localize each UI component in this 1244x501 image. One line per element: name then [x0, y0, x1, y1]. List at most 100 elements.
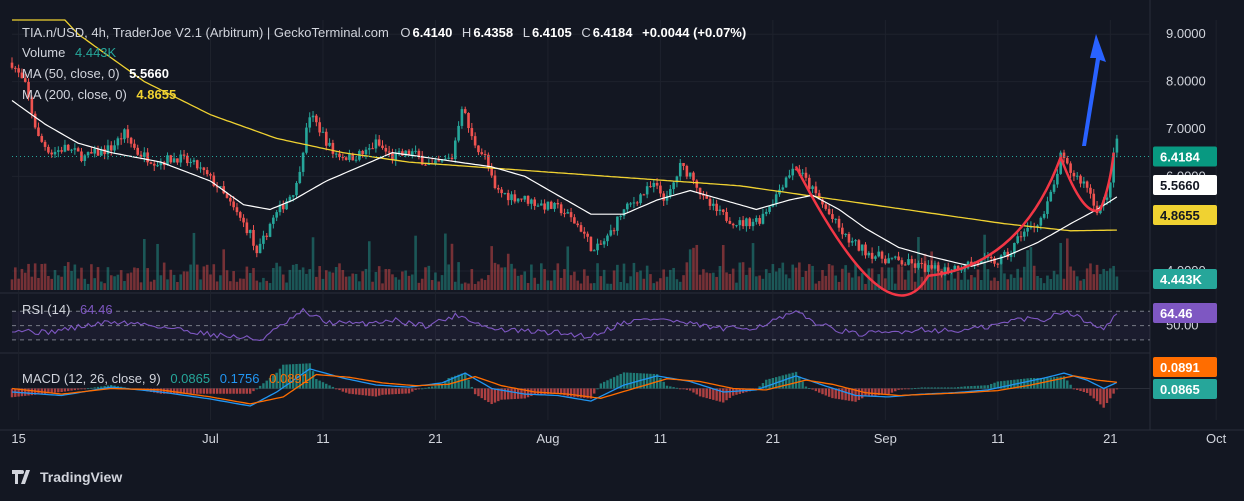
candle-body — [387, 151, 391, 153]
macd-histogram-bar — [599, 383, 603, 389]
legend-macd[interactable]: MACD (12, 26, close, 9) 0.0865 0.1756 0.… — [22, 371, 311, 386]
volume-bar — [338, 263, 341, 290]
volume-bar — [798, 262, 801, 290]
legend-ma200[interactable]: MA (200, close, 0) 4.8655 — [22, 87, 178, 102]
volume-bar — [30, 276, 34, 290]
candle-body — [305, 127, 308, 153]
macd-histogram-bar — [920, 387, 923, 389]
candle-body — [76, 148, 80, 152]
price-tick-label: 8.0000 — [1166, 74, 1206, 89]
macd-histogram-bar — [341, 388, 345, 392]
legend-ma50[interactable]: MA (50, close, 0) 5.5660 — [22, 66, 171, 81]
candle-body — [272, 217, 275, 224]
macd-histogram-bar — [708, 388, 712, 399]
volume-bar — [57, 275, 60, 290]
volume-bar — [731, 268, 735, 290]
macd-histogram-bar — [1003, 380, 1006, 389]
legend-rsi[interactable]: RSI (14) 64.46 — [22, 302, 115, 317]
time-tick-label: Oct — [1206, 431, 1227, 446]
candle-body — [533, 199, 536, 206]
candle-body — [579, 225, 583, 232]
candle-body — [569, 212, 573, 218]
candle-body — [275, 212, 278, 218]
volume-bar — [979, 279, 983, 290]
macd-histogram-bar — [784, 374, 788, 389]
candle-body — [520, 198, 523, 200]
macd-histogram-bar — [870, 388, 874, 396]
volume-bar — [688, 249, 692, 290]
candle-body — [884, 258, 887, 264]
candle-body — [205, 170, 209, 175]
macd-histogram-bar — [487, 388, 490, 403]
candle-body — [738, 220, 742, 226]
volume-bar — [318, 266, 321, 290]
candle-body — [371, 148, 374, 150]
time-tick-label: 11 — [316, 431, 330, 446]
candle-body — [755, 218, 758, 222]
macd-histogram-bar — [510, 388, 513, 400]
tradingview-logo[interactable]: TradingView — [12, 469, 122, 485]
candle-body — [917, 262, 920, 268]
candle-body — [192, 160, 196, 162]
volume-bar — [556, 263, 560, 290]
legend-volume[interactable]: Volume 4.443K — [22, 45, 118, 60]
volume-bar — [20, 268, 24, 290]
candle-body — [265, 235, 269, 237]
candle-body — [619, 215, 622, 217]
candle-body — [235, 207, 239, 213]
volume-bar — [602, 269, 606, 290]
macd-histogram-bar — [57, 388, 60, 393]
candle-body — [500, 189, 503, 194]
candle-body — [53, 151, 57, 155]
time-tick-label: 11 — [654, 431, 668, 446]
volume-bar — [788, 278, 791, 290]
candle-body — [255, 245, 259, 254]
macd-histogram-bar — [311, 371, 315, 389]
macd-histogram-bar — [1026, 378, 1029, 389]
volume-bar — [589, 283, 593, 290]
macd-histogram-bar — [702, 388, 705, 398]
macd-histogram-bar — [368, 388, 371, 396]
volume-bar — [751, 243, 755, 290]
volume-bar — [321, 278, 325, 290]
macd-histogram-bar — [374, 388, 378, 397]
volume-bar — [354, 273, 358, 290]
candle-body — [854, 240, 857, 242]
macd-histogram-bar — [1115, 388, 1119, 390]
volume-bar — [1052, 270, 1056, 290]
volume-bar — [913, 281, 917, 290]
candle-body — [695, 180, 699, 188]
macd-histogram-bar — [215, 388, 219, 394]
volume-bar — [229, 281, 232, 290]
ma200-value: 4.8655 — [136, 87, 177, 102]
symbol-title[interactable]: TIA.n/USD, 4h, TraderJoe V2.1 (Arbitrum)… — [22, 25, 389, 40]
macd-histogram-bar — [860, 388, 864, 399]
macd-histogram-bar — [884, 388, 887, 395]
macd-histogram-bar — [923, 387, 927, 389]
volume-bar — [457, 262, 460, 290]
volume-bar — [526, 283, 530, 290]
volume-bar — [381, 283, 384, 290]
candle-body — [116, 138, 120, 146]
macd-histogram-bar — [434, 385, 437, 389]
candle-body — [424, 164, 427, 166]
volume-bar — [76, 278, 80, 290]
axis-badges: 6.4184 5.5660 4.8655 4.443K 64.46 0.0891 0.086… — [1153, 146, 1217, 399]
macd-histogram-bar — [609, 378, 612, 389]
volume-bar — [23, 272, 27, 290]
volume-bar — [1036, 275, 1039, 290]
macd-histogram-bar — [96, 386, 100, 389]
volume-bar — [705, 272, 709, 290]
macd-histogram-bar — [963, 386, 966, 389]
candle-body — [331, 142, 335, 154]
volume-bar — [367, 241, 371, 290]
volume-bar — [960, 279, 963, 290]
price-chart[interactable]: 50.00 9.00008.00007.00006.00004.0000 15J… — [0, 0, 1244, 501]
macd-histogram-bar — [493, 388, 497, 403]
candle-body — [70, 149, 73, 151]
volume-bar — [956, 271, 960, 290]
price-tick-label: 7.0000 — [1166, 121, 1206, 136]
volume-bar — [569, 275, 573, 290]
volume-bar — [698, 274, 702, 290]
volume-bar — [708, 273, 712, 290]
